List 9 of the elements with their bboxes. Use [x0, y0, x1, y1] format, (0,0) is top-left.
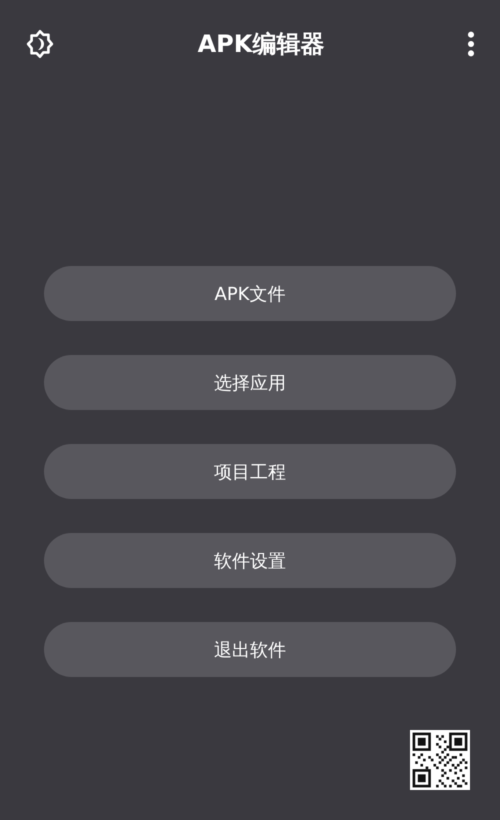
menu-button[interactable]: 选择应用 [44, 355, 456, 410]
menu-button[interactable]: 退出软件 [44, 622, 456, 677]
qr-code-icon [410, 730, 470, 790]
menu-button[interactable]: APK文件 [44, 266, 456, 321]
app-title: APK编辑器 [198, 29, 324, 60]
menu-button[interactable]: 项目工程 [44, 444, 456, 499]
more-options-icon[interactable] [466, 30, 476, 58]
brightness-icon[interactable] [24, 28, 56, 60]
menu-button[interactable]: 软件设置 [44, 533, 456, 588]
